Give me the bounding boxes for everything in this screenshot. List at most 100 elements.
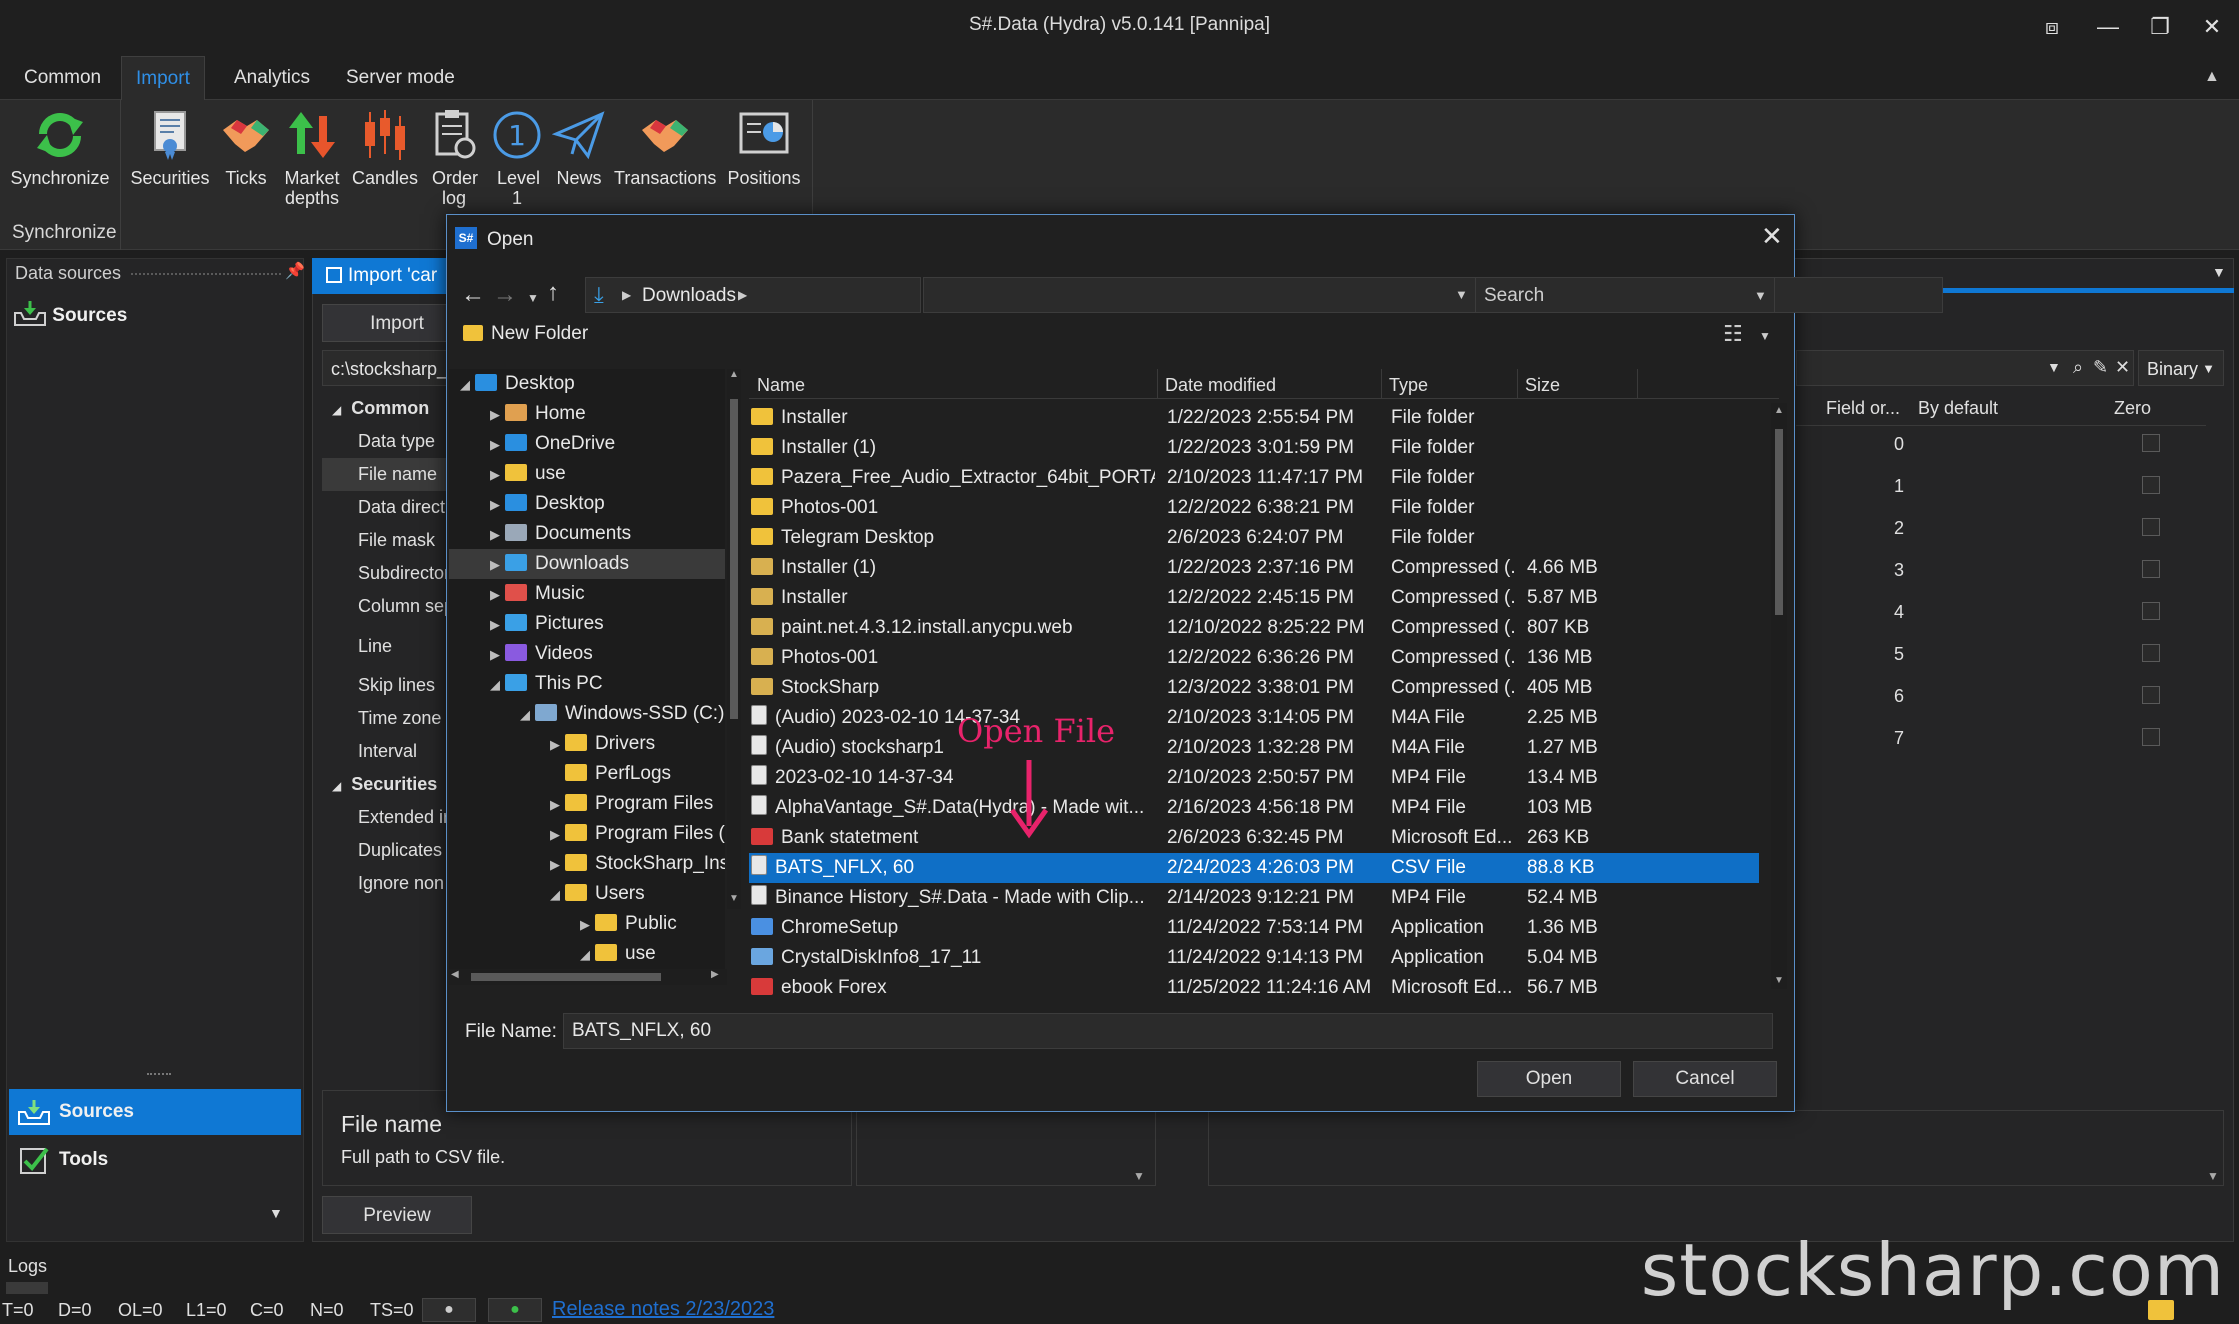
zero-checkbox[interactable] [2142,728,2160,746]
tree-item[interactable]: ▶ Music [449,579,725,609]
open-folder-icon[interactable] [2148,1300,2174,1320]
address-bar-extension[interactable] [923,277,1943,313]
file-row[interactable]: AlphaVantage_S#.Data(Hydra) - Made wit..… [749,793,1771,823]
edit-icon[interactable]: ✎ [2093,357,2108,378]
open-button[interactable]: Open [1477,1061,1621,1097]
tree-item[interactable]: ▶ Documents [449,519,725,549]
tree-item[interactable]: ◢ use [449,939,725,969]
order-log-button[interactable]: Order log [424,108,484,208]
caret-closed-icon[interactable]: ▶ [485,640,505,670]
zero-checkbox[interactable] [2142,434,2160,452]
prop-subdirectories[interactable]: Subdirector [322,557,452,590]
forward-arrow-icon[interactable]: → [493,281,517,309]
synchronize-button[interactable]: Synchronize [8,108,112,188]
scroll-down-icon[interactable]: ▼ [1133,1169,1145,1183]
tab-import[interactable]: Import [121,56,205,100]
tree-item[interactable]: ▶ Home [449,399,725,429]
prop-column-separator[interactable]: Column sep [322,590,452,623]
caret-closed-icon[interactable]: ▶ [485,490,505,520]
market-depths-button[interactable]: Market depths [280,108,344,208]
prop-duplicates[interactable]: Duplicates [322,834,452,867]
pane-grip[interactable] [131,273,281,277]
field-order-cell[interactable]: 2 [1796,518,1904,539]
file-row[interactable]: Bank statetment 2/6/2023 6:32:45 PM Micros… [749,823,1771,853]
col-type[interactable]: Type [1389,375,1428,396]
sources-tree-item[interactable]: Sources [13,299,127,327]
prop-data-directory[interactable]: Data direct [322,491,452,524]
search-field[interactable]: Search ▼ [1475,277,1775,313]
caret-closed-icon[interactable]: ▶ [545,730,565,760]
file-row[interactable]: Photos-001 12/2/2022 6:38:21 PM File folde… [749,493,1771,523]
field-order-cell[interactable]: 1 [1796,476,1904,497]
chevron-down-icon[interactable]: ▼ [269,1205,283,1221]
maximize-button[interactable]: ❐ [2140,12,2180,42]
nav-sources[interactable]: Sources [9,1089,301,1135]
dialog-close-button[interactable]: ✕ [1761,221,1783,252]
file-row[interactable]: Installer (1) 1/22/2023 3:01:59 PM File fo… [749,433,1771,463]
up-arrow-icon[interactable]: ↑ [547,279,559,307]
tab-analytics[interactable]: Analytics [220,56,324,100]
caret-open-icon[interactable]: ◢ [515,700,535,730]
tree-item[interactable]: ▶ OneDrive [449,429,725,459]
tree-vscrollbar[interactable]: ▲ ▼ [727,369,741,909]
field-order-cell[interactable]: 7 [1796,728,1904,749]
file-row[interactable]: (Audio) stocksharp1 2/10/2023 1:32:28 PM M… [749,733,1771,763]
positions-button[interactable]: Positions [722,108,806,188]
zero-checkbox[interactable] [2142,602,2160,620]
file-row[interactable]: paint.net.4.3.12.install.anycpu.web 12/10… [749,613,1771,643]
file-row[interactable]: StockSharp 12/3/2022 3:38:01 PM Compressed… [749,673,1771,703]
tree-item[interactable]: ◢ Users [449,879,725,909]
prop-ignore-non[interactable]: Ignore non [322,867,452,900]
prop-file-name[interactable]: File name [322,458,452,491]
chevron-down-icon[interactable]: ▼ [2212,264,2226,280]
pin-icon[interactable]: 📌 [285,261,305,281]
caret-closed-icon[interactable]: ▶ [575,910,595,940]
new-folder-button[interactable]: New Folder [463,323,588,353]
tab-server-mode[interactable]: Server mode [332,56,469,100]
prop-time-zone[interactable]: Time zone [322,702,452,735]
chevron-down-icon[interactable]: ▼ [1759,329,1771,343]
caret-closed-icon[interactable]: ▶ [485,550,505,580]
caret-open-icon[interactable]: ◢ [485,670,505,700]
tree-item[interactable]: ▶ Desktop [449,489,725,519]
prop-data-type[interactable]: Data type [322,425,452,458]
tree-item[interactable]: ◢ Windows-SSD (C:) [449,699,725,729]
caret-closed-icon[interactable]: ▶ [545,820,565,850]
file-row[interactable]: Installer 12/2/2022 2:45:15 PM Compressed … [749,583,1771,613]
caret-closed-icon[interactable]: ▶ [485,520,505,550]
preview-button[interactable]: Preview [322,1196,472,1234]
caret-open-icon[interactable]: ◢ [455,370,475,400]
clear-icon[interactable]: ✕ [2115,357,2130,378]
record-button[interactable]: ● [422,1298,476,1322]
import-tab[interactable]: Import 'car [312,258,452,294]
tree-item[interactable]: ▶ Videos [449,639,725,669]
file-row[interactable]: Photos-001 12/2/2022 6:36:26 PM Compressed… [749,643,1771,673]
col-by-default[interactable]: By default [1918,398,1998,419]
start-button[interactable]: ● [488,1298,542,1322]
prop-extended-info[interactable]: Extended ir [322,801,452,834]
tree-item[interactable]: ▶ Downloads [449,549,725,579]
file-row[interactable]: Installer 1/22/2023 2:55:54 PM File folder [749,403,1771,433]
tab-common[interactable]: Common [10,56,115,100]
prop-category-common[interactable]: ◢ Common [322,392,452,425]
collapse-ribbon-icon[interactable]: ▲ [2204,68,2220,86]
cancel-button[interactable]: Cancel [1633,1061,1777,1097]
caret-closed-icon[interactable]: ▶ [485,460,505,490]
recent-dropdown-icon[interactable]: ▼ [527,291,539,305]
field-order-cell[interactable]: 0 [1796,434,1904,455]
caret-closed-icon[interactable]: ▶ [485,430,505,460]
tree-item[interactable]: ▶ Public [449,909,725,939]
tree-item[interactable]: ◢ Desktop [449,369,725,399]
securities-button[interactable]: Securities [128,108,212,188]
restore-layout-icon[interactable]: ⧈ [2032,12,2072,42]
ticks-button[interactable]: Ticks [216,108,276,188]
zero-checkbox[interactable] [2142,560,2160,578]
file-row[interactable]: BATS_NFLX, 60 2/24/2023 4:26:03 PM CSV Fil… [749,853,1759,883]
file-row[interactable]: ChromeSetup 11/24/2022 7:53:14 PM Applicat… [749,913,1771,943]
caret-closed-icon[interactable]: ▶ [485,580,505,610]
splitter-grip[interactable] [147,1073,171,1075]
zero-checkbox[interactable] [2142,476,2160,494]
caret-open-icon[interactable]: ◢ [575,940,595,970]
caret-closed-icon[interactable]: ▶ [485,400,505,430]
caret-closed-icon[interactable]: ▶ [485,610,505,640]
